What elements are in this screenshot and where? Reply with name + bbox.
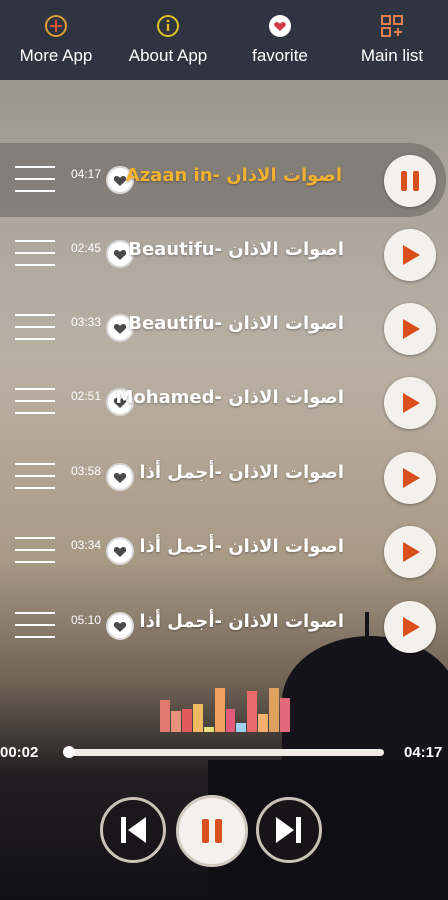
track-row[interactable]: 03:58 اصوات الاذان -أجمل أذا <box>0 440 448 514</box>
drag-handle-icon[interactable] <box>15 314 55 344</box>
equalizer-bar <box>170 711 181 732</box>
play-icon <box>403 393 420 413</box>
track-play-button[interactable] <box>384 452 436 504</box>
favorite-heart-button[interactable] <box>106 537 134 565</box>
track-play-button[interactable] <box>384 303 436 355</box>
favorite-heart-button[interactable] <box>106 612 134 640</box>
track-duration: 03:58 <box>71 464 102 478</box>
heart-icon <box>268 14 292 38</box>
drag-handle-icon[interactable] <box>15 166 55 196</box>
nav-label: About App <box>128 46 208 65</box>
track-title: اصوات الاذان -Mohamed <box>115 387 344 408</box>
track-play-button[interactable] <box>384 229 436 281</box>
heart-icon <box>113 324 127 334</box>
grid-list-icon <box>380 14 404 38</box>
pause-icon <box>202 819 222 843</box>
track-duration: 05:10 <box>71 613 102 627</box>
equalizer-bar <box>203 727 214 732</box>
favorite-heart-button[interactable] <box>106 463 134 491</box>
progress-knob[interactable] <box>63 746 76 758</box>
nav-label: favorite <box>252 46 308 65</box>
track-row[interactable]: 02:51 اصوات الاذان -Mohamed <box>0 365 448 439</box>
equalizer-bar <box>192 704 203 732</box>
track-title: اصوات الاذان -Azaan in <box>125 165 342 186</box>
nav-more-app[interactable]: More App <box>0 0 112 80</box>
track-duration: 03:33 <box>71 315 102 329</box>
track-title: اصوات الاذان -Beautifu <box>128 239 344 260</box>
pause-icon <box>401 171 419 191</box>
play-icon <box>403 468 420 488</box>
heart-icon <box>113 622 127 632</box>
nav-about-app[interactable]: About App <box>112 0 224 80</box>
drag-handle-icon[interactable] <box>15 240 55 270</box>
track-row[interactable]: 02:45 اصوات الاذان -Beautifu <box>0 217 448 291</box>
equalizer-bar <box>160 699 170 732</box>
equalizer-bar <box>236 722 247 732</box>
track-play-button[interactable] <box>384 601 436 653</box>
track-duration: 04:17 <box>71 167 102 181</box>
nav-label: More App <box>19 46 93 65</box>
track-duration: 02:45 <box>71 241 102 255</box>
previous-button[interactable] <box>100 797 166 863</box>
nav-label: Main list <box>360 46 424 65</box>
equalizer-bar <box>269 688 280 732</box>
next-button[interactable] <box>256 797 322 863</box>
top-nav-bar: More App About App favorite Main list <box>0 0 448 80</box>
equalizer-bar <box>225 709 236 732</box>
drag-handle-icon[interactable] <box>15 612 55 642</box>
play-icon <box>403 245 420 265</box>
heart-icon <box>113 547 127 557</box>
equalizer-visualizer <box>160 686 291 732</box>
equalizer-bar <box>258 713 269 732</box>
track-title: اصوات الاذان -أجمل أذا <box>139 536 344 557</box>
elapsed-time: 00:02 <box>0 744 39 761</box>
equalizer-bar <box>247 690 258 732</box>
track-duration: 03:34 <box>71 538 102 552</box>
drag-handle-icon[interactable] <box>15 537 55 567</box>
equalizer-bar <box>280 697 291 732</box>
heart-icon <box>113 250 127 260</box>
track-row[interactable]: 04:17 اصوات الاذان -Azaan in <box>0 143 446 217</box>
equalizer-bar <box>181 709 192 732</box>
play-icon <box>403 319 420 339</box>
drag-handle-icon[interactable] <box>15 463 55 493</box>
track-play-button[interactable] <box>384 155 436 207</box>
nav-favorite[interactable]: favorite <box>224 0 336 80</box>
total-time: 04:17 <box>404 744 443 761</box>
skip-previous-icon <box>121 817 146 843</box>
info-icon <box>156 14 180 38</box>
nav-main-list[interactable]: Main list <box>336 0 448 80</box>
track-row[interactable]: 05:10 اصوات الاذان -أجمل أذا <box>0 589 448 663</box>
progress-bar[interactable] <box>66 749 384 756</box>
track-play-button[interactable] <box>384 526 436 578</box>
track-title: اصوات الاذان -أجمل أذا <box>139 462 344 483</box>
play-icon <box>403 617 420 637</box>
heart-icon <box>113 473 127 483</box>
play-icon <box>403 542 420 562</box>
track-duration: 02:51 <box>71 389 102 403</box>
track-title: اصوات الاذان -Beautifu <box>128 313 344 334</box>
track-row[interactable]: 03:34 اصوات الاذان -أجمل أذا <box>0 514 448 588</box>
skip-next-icon <box>276 817 301 843</box>
track-title: اصوات الاذان -أجمل أذا <box>139 611 344 632</box>
apps-plus-icon <box>44 14 68 38</box>
play-pause-button[interactable] <box>176 795 248 867</box>
track-row[interactable]: 03:33 اصوات الاذان -Beautifu <box>0 291 448 365</box>
track-play-button[interactable] <box>384 377 436 429</box>
drag-handle-icon[interactable] <box>15 388 55 418</box>
equalizer-bar <box>214 688 225 732</box>
